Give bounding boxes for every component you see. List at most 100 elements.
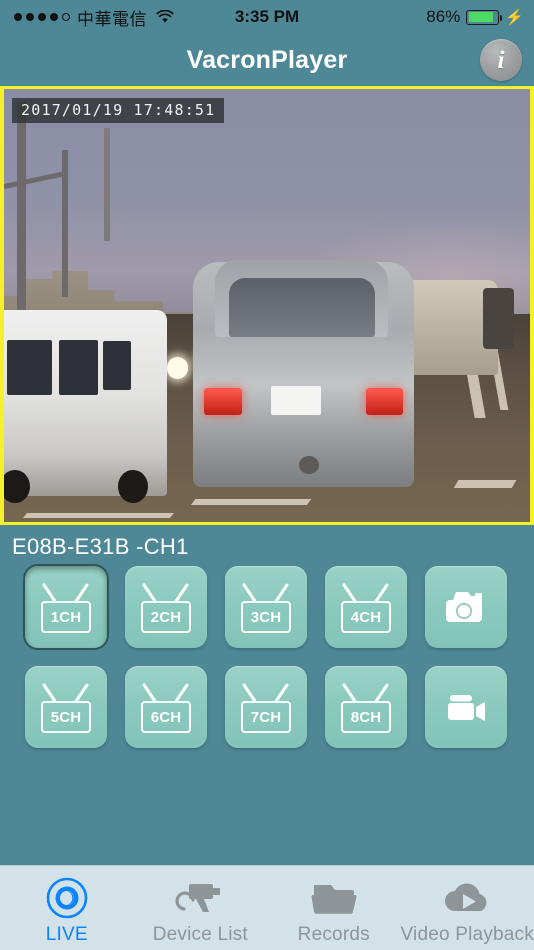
vehicle-silver-sedan [193, 259, 415, 488]
tv-antenna-left [141, 583, 157, 603]
tv-antenna-left [341, 583, 357, 603]
folder-icon [310, 875, 358, 921]
snapshot-button[interactable] [425, 566, 507, 648]
status-bar-left: 中華電信 [0, 5, 174, 30]
vehicle-white-van [4, 309, 168, 504]
channel-button-5ch[interactable]: 5CH [25, 666, 107, 748]
camera-icon [446, 592, 482, 622]
channel-button-2ch[interactable]: 2CH [125, 566, 207, 648]
page-title: VacronPlayer [186, 45, 348, 74]
tv-antenna-right [74, 683, 89, 703]
video-camera-icon [448, 695, 485, 721]
channel-label: 8CH [350, 708, 382, 726]
tv-screen: 8CH [341, 701, 391, 733]
license-plate [270, 386, 322, 416]
channel-label: 5CH [50, 708, 82, 726]
channel-button-4ch[interactable]: 4CH [325, 566, 407, 648]
battery-icon [466, 9, 503, 25]
battery-fill [468, 12, 493, 22]
tv-icon: 2CH [137, 581, 195, 633]
tv-antenna-left [241, 583, 257, 603]
video-canvas[interactable]: 2017/01/19 17:48:51 [4, 89, 530, 522]
tv-antenna-right [174, 583, 189, 603]
status-bar-right: 86% ⚡ [426, 7, 534, 27]
tv-antenna-left [41, 683, 57, 703]
signal-dot [38, 13, 46, 21]
tab-records[interactable]: Records [267, 866, 401, 950]
lightning-bolt-icon: ⚡ [505, 8, 524, 26]
video-timestamp-overlay: 2017/01/19 17:48:51 [12, 98, 225, 123]
tv-icon: 7CH [237, 681, 295, 733]
tv-antenna-right [374, 683, 389, 703]
channel-label: 3CH [250, 608, 282, 626]
channel-button-3ch[interactable]: 3CH [225, 566, 307, 648]
record-button[interactable] [425, 666, 507, 748]
channel-button-grid: 1CH 2CH 3CH 4CH 5CH 6CH 7CH 8CH [0, 566, 534, 748]
info-icon: i [497, 46, 505, 74]
van-window [7, 339, 53, 396]
tab-label-video-playback: Video Playback [400, 924, 534, 945]
tv-screen: 7CH [241, 701, 291, 733]
channel-label: 1CH [50, 608, 82, 626]
signal-dot [14, 13, 22, 21]
channel-label: 2CH [150, 608, 182, 626]
exhaust-pipe [299, 455, 320, 474]
signal-dot [26, 13, 34, 21]
tv-icon: 4CH [337, 581, 395, 633]
device-channel-label: E08B-E31B -CH1 [12, 534, 189, 559]
bottom-tab-bar: LIVE Device List Records Video Playback [0, 865, 534, 950]
tv-antenna-right [174, 683, 189, 703]
tv-screen: 3CH [241, 601, 291, 633]
power-line [4, 171, 67, 190]
live-video-frame[interactable]: 2017/01/19 17:48:51 [0, 86, 534, 525]
tv-icon: 8CH [337, 681, 395, 733]
tv-icon: 1CH [37, 581, 95, 633]
channel-button-6ch[interactable]: 6CH [125, 666, 207, 748]
van-window [59, 339, 98, 396]
tv-antenna-left [41, 583, 57, 603]
tv-screen: 5CH [41, 701, 91, 733]
nav-bar: VacronPlayer i [0, 34, 534, 86]
tv-screen: 6CH [141, 701, 191, 733]
tv-antenna-right [374, 583, 389, 603]
signal-dot [50, 13, 58, 21]
lane-marking [22, 512, 175, 518]
tv-antenna-left [141, 683, 157, 703]
channel-button-8ch[interactable]: 8CH [325, 666, 407, 748]
motorcycle [482, 288, 515, 349]
carrier-name: 中華電信 [77, 9, 147, 30]
lane-marking [453, 480, 517, 489]
tab-label-device-list: Device List [152, 924, 248, 945]
tv-antenna-left [241, 683, 257, 703]
van-window [102, 341, 131, 390]
channel-button-7ch[interactable]: 7CH [225, 666, 307, 748]
tab-video-playback[interactable]: Video Playback [401, 866, 534, 950]
channel-label: 4CH [350, 608, 382, 626]
channel-label: 6CH [150, 708, 182, 726]
tv-icon: 3CH [237, 581, 295, 633]
tv-antenna-left [341, 683, 357, 703]
battery-percent-label: 86% [426, 7, 461, 26]
rear-windshield [228, 277, 375, 337]
tv-antenna-right [74, 583, 89, 603]
info-button[interactable]: i [480, 39, 522, 81]
channel-button-1ch[interactable]: 1CH [25, 566, 107, 648]
utility-pole [103, 127, 110, 241]
tab-label-records: Records [297, 924, 370, 945]
channel-panel: E08B-E31B -CH1 1CH 2CH 3CH 4CH 5CH 6CH 7… [0, 525, 534, 865]
tab-label-live: LIVE [45, 924, 88, 945]
signal-dot-empty [62, 13, 70, 21]
taillight-right [365, 388, 404, 416]
tab-device-list[interactable]: Device List [134, 866, 268, 950]
tv-screen: 1CH [41, 601, 91, 633]
app-root: 中華電信 3:35 PM 86% ⚡ VacronPlayer i 2017/0… [0, 0, 534, 950]
channel-label: 7CH [250, 708, 282, 726]
cctv-camera-icon [174, 875, 226, 921]
signal-strength-dots [14, 13, 70, 21]
live-lens-icon [45, 875, 89, 921]
cloud-play-icon [439, 875, 495, 921]
wifi-icon [156, 10, 174, 24]
tab-live[interactable]: LIVE [0, 866, 134, 950]
tv-antenna-right [274, 683, 289, 703]
status-bar: 中華電信 3:35 PM 86% ⚡ [0, 0, 534, 34]
